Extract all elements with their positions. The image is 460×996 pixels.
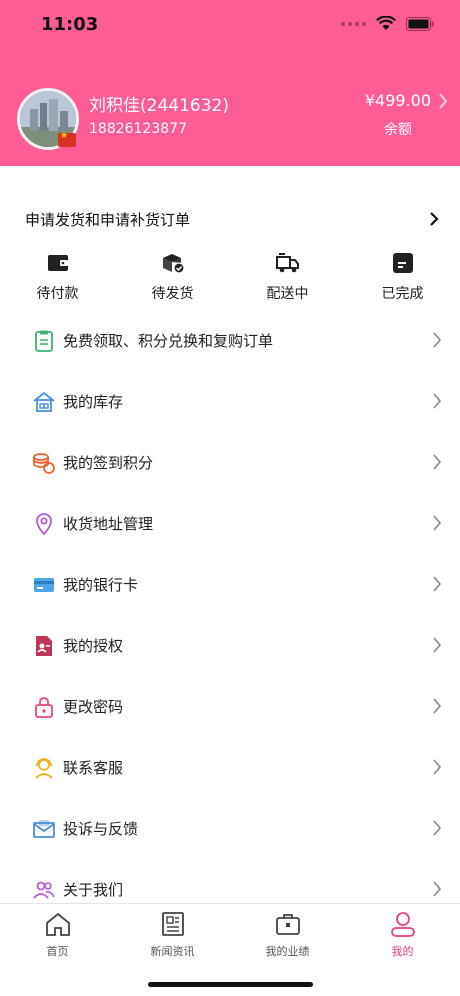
wallet-icon [45, 250, 71, 276]
chevron-right-icon [432, 331, 442, 349]
wifi-icon [376, 16, 396, 31]
chevron-right-icon [432, 697, 442, 715]
tab-home[interactable]: 首页 [0, 910, 115, 959]
tab-mine[interactable]: 我的 [345, 910, 460, 959]
save-box-icon [390, 250, 416, 276]
people-icon [32, 878, 56, 902]
balance-label: 余额 [384, 122, 412, 138]
warehouse-icon [32, 390, 56, 414]
tab-news[interactable]: 新闻资讯 [115, 910, 230, 959]
menu-item-checkin-points[interactable]: 我的签到积分 [0, 433, 460, 493]
menu-item-bank-card[interactable]: 我的银行卡 [0, 555, 460, 615]
menu-label: 更改密码 [63, 698, 124, 716]
menu-label: 我的授权 [63, 637, 124, 655]
chevron-right-icon [432, 514, 442, 532]
news-icon [159, 910, 187, 938]
menu-item-authorization[interactable]: 我的授权 [0, 616, 460, 676]
order-status-pending-shipment[interactable]: 待发货 [115, 250, 230, 303]
menu-item-inventory[interactable]: 我的库存 [0, 372, 460, 432]
menu-label: 关于我们 [63, 881, 124, 899]
status-bar: 11:03 [0, 0, 460, 50]
chevron-right-icon [432, 758, 442, 776]
menu-label: 联系客服 [63, 759, 124, 777]
user-icon [389, 910, 417, 938]
chevron-right-icon [432, 636, 442, 654]
chevron-right-icon [432, 453, 442, 471]
signal-icon [341, 21, 366, 26]
menu-label: 投诉与反馈 [63, 820, 139, 838]
menu-label: 我的库存 [63, 393, 124, 411]
menu-item-free-claim[interactable]: 免费领取、积分兑换和复购订单 [0, 311, 460, 371]
menu-item-customer-service[interactable]: 联系客服 [0, 738, 460, 798]
bank-card-icon [32, 573, 56, 597]
order-status-delivering[interactable]: 配送中 [230, 250, 345, 303]
chevron-right-icon[interactable] [428, 210, 440, 228]
tab-performance[interactable]: 我的业绩 [230, 910, 345, 959]
menu-item-address[interactable]: 收货地址管理 [0, 494, 460, 554]
home-icon [44, 910, 72, 938]
user-name: 刘积佳(2441632) [89, 96, 229, 116]
package-check-icon [160, 250, 186, 276]
home-indicator [148, 982, 313, 987]
status-icons [341, 16, 434, 31]
order-status-label: 待付款 [36, 286, 79, 302]
flag-icon [58, 131, 76, 147]
briefcase-icon [274, 910, 302, 938]
customer-service-icon [32, 756, 56, 780]
order-status-label: 已完成 [381, 286, 424, 302]
chevron-right-icon [432, 392, 442, 410]
lock-icon [32, 695, 56, 719]
user-phone: 18826123877 [89, 121, 187, 137]
chevron-right-icon [432, 819, 442, 837]
order-status-label: 配送中 [266, 286, 309, 302]
authorization-icon [32, 634, 56, 658]
tab-label: 我的业绩 [265, 945, 310, 958]
chevron-right-icon [432, 575, 442, 593]
orders-section-title[interactable]: 申请发货和申请补货订单 [25, 209, 190, 230]
order-status-pending-payment[interactable]: 待付款 [0, 250, 115, 303]
order-status-label: 待发货 [151, 286, 194, 302]
delivery-truck-icon [275, 250, 301, 276]
menu-item-change-password[interactable]: 更改密码 [0, 677, 460, 737]
chevron-right-icon [432, 880, 442, 898]
location-pin-icon [32, 512, 56, 536]
status-time: 11:03 [41, 14, 99, 35]
battery-icon [406, 16, 434, 31]
clipboard-icon [32, 329, 56, 353]
mail-feedback-icon [32, 817, 56, 841]
chevron-right-icon[interactable] [436, 91, 450, 111]
profile-header: 11:03 刘积佳(2441632) 18826123877 ¥499.00 余… [0, 0, 460, 166]
order-status-completed[interactable]: 已完成 [345, 250, 460, 303]
menu-label: 我的银行卡 [63, 576, 139, 594]
tab-label: 我的 [391, 945, 414, 958]
menu-label: 我的签到积分 [63, 454, 154, 472]
tab-label: 首页 [46, 945, 69, 958]
coins-icon [32, 451, 56, 475]
balance-amount[interactable]: ¥499.00 [365, 91, 431, 110]
tab-label: 新闻资讯 [150, 945, 195, 958]
menu-label: 免费领取、积分兑换和复购订单 [63, 332, 274, 350]
menu-label: 收货地址管理 [63, 515, 154, 533]
menu-item-feedback[interactable]: 投诉与反馈 [0, 799, 460, 859]
